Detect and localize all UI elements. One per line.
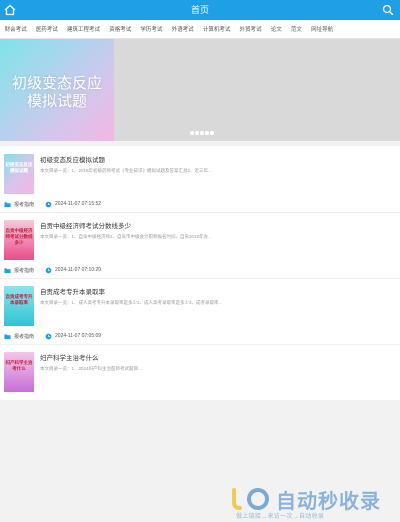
article-category[interactable]: 报考指南 (14, 333, 34, 340)
article-excerpt: 本文目录一览：1、2018年初级药师考试《专业知识》模拟试题及答案汇总2、近三年… (40, 168, 213, 173)
article-date: 2024-11-07 07:10:20 (55, 267, 102, 273)
carousel-dot[interactable] (200, 131, 204, 135)
article-item[interactable]: 妇产科学主治考什么 妇产科学主治考什么 本文目录一览：1、2024妇产科主治医师… (0, 344, 400, 410)
banner-carousel[interactable]: 初级变态反应模拟试题 (0, 39, 400, 141)
thumbnail-text: 妇产科学主治考什么 (5, 360, 33, 371)
clock-icon (45, 333, 52, 339)
nav-item-zige[interactable]: 资格考试 (105, 25, 136, 33)
article-title[interactable]: 自贡中级经济师考试分数线多少 (40, 220, 131, 230)
carousel-dot[interactable] (195, 131, 199, 135)
nav-item-yiyao[interactable]: 医药考试 (31, 25, 62, 33)
article-thumbnail[interactable]: 妇产科学主治考什么 (4, 352, 34, 392)
nav-item-xueli[interactable]: 学历考试 (136, 25, 167, 33)
article-excerpt: 本文目录一览：1、2024妇产科主治医师考试题目… (40, 366, 143, 371)
search-icon[interactable] (382, 4, 394, 16)
nav-item-daohang[interactable]: 网址导航 (307, 25, 338, 33)
article-excerpt: 本文目录一览：1、成人高考专升本录取率是多少2、成人高考录取率是多少3、成考录取… (40, 300, 224, 305)
article-category[interactable]: 报考指南 (14, 201, 34, 208)
watermark-title: 自动秒收录 (276, 491, 381, 513)
banner-poster-text: 初级变态反应模拟试题 (11, 75, 102, 110)
folder-icon (4, 267, 11, 273)
category-nav: 财会考试 医药考试 建筑工程考试 资格考试 学历考试 外语考试 计算机考试 外贸… (0, 20, 400, 39)
thumbnail-text: 自贡中级经济师考试分数线多少 (5, 228, 33, 245)
thumbnail-text: 自贡成考专升本录取率 (5, 294, 33, 305)
nav-item-fanwen[interactable]: 范文 (286, 25, 306, 33)
nav-item-waiyu[interactable]: 外语考试 (167, 25, 198, 33)
nav-item-jianzhu[interactable]: 建筑工程考试 (62, 25, 104, 33)
carousel-dot[interactable] (205, 131, 209, 135)
article-category[interactable]: 报考指南 (14, 267, 34, 274)
nav-item-kuaiji[interactable]: 财会考试 (0, 25, 31, 33)
article-title[interactable]: 妇产科学主治考什么 (40, 352, 99, 362)
nav-item-lunwen[interactable]: 论文 (266, 25, 286, 33)
folder-icon (4, 201, 11, 207)
nav-item-jisuanji[interactable]: 计算机考试 (198, 25, 235, 33)
article-thumbnail[interactable]: 自贡成考专升本录取率 (4, 286, 34, 326)
article-item[interactable]: 初级变态反应模拟试题 初级变态反应模拟试题 本文目录一览：1、2018年初级药师… (0, 146, 400, 213)
article-date: 2024-11-07 07:15:52 (55, 201, 102, 207)
carousel-dot[interactable] (210, 131, 214, 135)
clock-icon (45, 267, 52, 273)
thumbnail-text: 初级变态反应模拟试题 (5, 162, 33, 173)
top-bar: 首页 (0, 0, 400, 20)
nav-item-waimao[interactable]: 外贸考试 (235, 25, 266, 33)
article-item[interactable]: 自贡成考专升本录取率 自贡成考专升本录取率 本文目录一览：1、成人高考专升本录取… (0, 278, 400, 345)
article-date: 2024-11-07 07:05:09 (55, 333, 102, 339)
article-item[interactable]: 自贡中级经济师考试分数线多少 自贡中级经济师考试分数线多少 本文目录一览：1、自… (0, 212, 400, 279)
article-meta: 报考指南 2024-11-07 07:15:52 (4, 200, 101, 208)
clock-icon (45, 201, 52, 207)
watermark-subtitle: 做上链接→来访一次→自动收录 (236, 514, 325, 520)
article-title[interactable]: 自贡成考专升本录取率 (40, 286, 105, 296)
article-excerpt: 本文目录一览：1、自贡中级经济师2、自贡市中级会计职称报名时间、自贡2019年会… (40, 234, 213, 239)
banner-poster[interactable]: 初级变态反应模拟试题 (0, 39, 114, 141)
article-thumbnail[interactable]: 初级变态反应模拟试题 (4, 154, 34, 194)
carousel-dot[interactable] (190, 131, 194, 135)
article-list: 初级变态反应模拟试题 初级变态反应模拟试题 本文目录一览：1、2018年初级药师… (0, 146, 400, 520)
watermark-logo-icon (232, 488, 269, 510)
article-title[interactable]: 初级变态反应模拟试题 (40, 154, 105, 164)
carousel-dots (190, 131, 214, 135)
watermark: 自动秒收录 做上链接→来访一次→自动收录 (228, 482, 398, 522)
page-title: 首页 (190, 5, 209, 15)
article-meta: 报考指南 2024-11-07 07:10:20 (4, 266, 101, 274)
article-meta: 报考指南 2024-11-07 07:05:09 (4, 332, 101, 340)
folder-icon (4, 333, 11, 339)
article-thumbnail[interactable]: 自贡中级经济师考试分数线多少 (4, 220, 34, 260)
